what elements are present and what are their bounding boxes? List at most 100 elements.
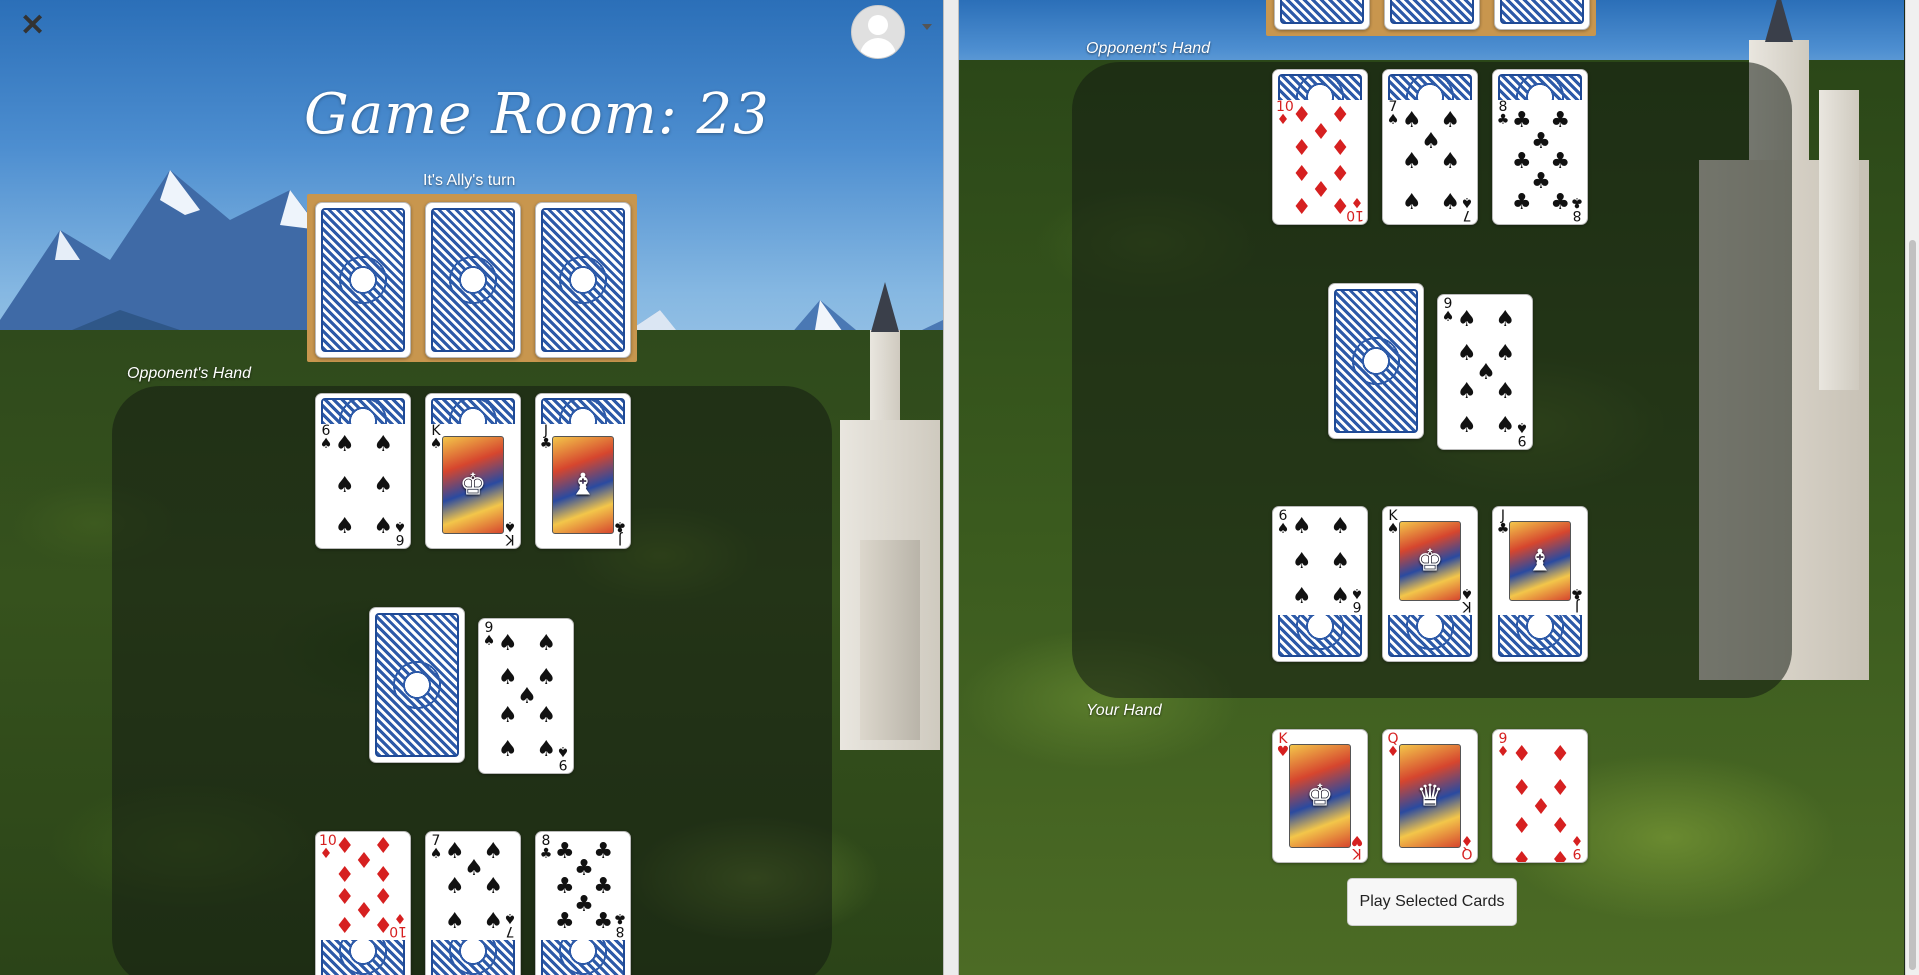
court-figure-icon: ♚ xyxy=(1399,521,1461,601)
suit-pip-icon: ♣ xyxy=(1550,149,1571,174)
card-8-♣[interactable]: 8 ♣ 8 ♣ ♣ ♣ ♣ ♣ ♣ ♣ ♣ ♣ xyxy=(535,831,631,975)
avatar-icon[interactable] xyxy=(851,5,905,59)
suit-pip-icon: ♠ xyxy=(1330,549,1351,574)
card-corner-rank: 9 ♠ xyxy=(1515,419,1529,448)
card-corner-rank: 9 ♦ xyxy=(1496,731,1510,760)
suit-pip-icon: ♠ xyxy=(1291,584,1312,610)
suit-pip-icon: ♠ xyxy=(334,473,355,498)
suit-pip-icon: ♦ xyxy=(1511,813,1532,839)
suit-pip-icon: ♠ xyxy=(1330,584,1351,610)
card-K-♠[interactable]: K ♠ K ♠ ♚ xyxy=(425,393,521,549)
suit-pip-icon: ♠ xyxy=(373,513,394,539)
court-figure-icon: ♝ xyxy=(1509,521,1571,601)
pile-card-facedown[interactable] xyxy=(1328,283,1424,439)
card-corner-rank: Q ♦ xyxy=(1386,731,1400,760)
suit-pip-icon: ♦ xyxy=(373,913,394,939)
suit-pip-icon: ♣ xyxy=(593,909,614,935)
card-6-♠[interactable]: 6 ♠ 6 ♠ ♠ ♠ ♠ ♠ ♠ ♠ xyxy=(1272,506,1368,662)
card-corner-rank: 7 ♠ xyxy=(429,833,443,862)
suit-pip-icon: ♣ xyxy=(1550,189,1571,215)
deck-card[interactable] xyxy=(1274,0,1370,30)
court-figure-icon: ♛ xyxy=(1399,744,1461,848)
card-corner-rank: 10 ♦ xyxy=(319,833,337,862)
deck-card[interactable] xyxy=(535,202,631,358)
card-10-♦[interactable]: 10 ♦ 10 ♦ ♦ ♦ ♦ ♦ ♦ ♦ ♦ ♦ ♦ ♦ xyxy=(1272,69,1368,225)
suit-pip-icon: ♦ xyxy=(373,834,394,860)
suit-pip-icon: ♠ xyxy=(1440,108,1461,134)
card-J-♣[interactable]: J ♣ J ♣ ♝ xyxy=(1492,506,1588,662)
close-icon[interactable]: ✕ xyxy=(20,8,45,43)
card-corner-rank: J ♣ xyxy=(1570,585,1584,614)
turn-indicator: It's Ally's turn xyxy=(423,172,516,189)
card-corner-rank: 8 ♣ xyxy=(1570,194,1584,223)
opponent-hand-label: Opponent's Hand xyxy=(127,365,252,382)
suit-pip-icon: ♠ xyxy=(1401,149,1422,174)
card-7-♠[interactable]: 7 ♠ 7 ♠ ♠ ♠ ♠ ♠ ♠ ♠ ♠ xyxy=(1382,69,1478,225)
suit-pip-icon: ♣ xyxy=(593,874,614,899)
card-K-♥[interactable]: K ♥ K ♥ ♚ xyxy=(1272,729,1368,863)
suit-pip-icon: ♣ xyxy=(1511,149,1532,174)
suit-pip-icon: ♣ xyxy=(1531,169,1551,195)
card-9-♠[interactable]: 9 ♠ 9 ♠ ♠ ♠ ♠ ♠ ♠ ♠ ♠ ♠ ♠ xyxy=(1437,294,1533,450)
suit-pip-icon: ♠ xyxy=(536,665,557,691)
card-corner-rank: 9 ♠ xyxy=(1441,296,1455,325)
card-corner-rank: 7 ♠ xyxy=(1460,194,1474,223)
card-corner-rank: 7 ♠ xyxy=(503,910,517,939)
suit-pip-icon: ♠ xyxy=(1421,128,1441,154)
suit-pip-icon: ♦ xyxy=(1291,136,1312,162)
card-9-♦[interactable]: 9 ♦ 9 ♦ ♦ ♦ ♦ ♦ ♦ ♦ ♦ ♦ ♦ xyxy=(1492,729,1588,863)
card-corner-rank: J ♣ xyxy=(1496,508,1510,537)
card-corner-rank: 6 ♠ xyxy=(319,423,333,452)
suit-pip-icon: ♣ xyxy=(1550,108,1571,134)
suit-pip-icon: ♦ xyxy=(1291,195,1312,221)
suit-pip-icon: ♦ xyxy=(1550,813,1571,839)
card-J-♣[interactable]: J ♣ J ♣ ♝ xyxy=(535,393,631,549)
deck-card[interactable] xyxy=(315,202,411,358)
card-corner-rank: K ♥ xyxy=(1276,731,1290,760)
suit-pip-icon: ♠ xyxy=(1495,413,1516,439)
your-hand-label: Your Hand xyxy=(1086,702,1162,719)
card-corner-rank: 6 ♠ xyxy=(393,518,407,547)
suit-pip-icon: ♠ xyxy=(1456,413,1477,439)
card-8-♣[interactable]: 8 ♣ 8 ♣ ♣ ♣ ♣ ♣ ♣ ♣ ♣ ♣ xyxy=(1492,69,1588,225)
card-Q-♦[interactable]: Q ♦ Q ♦ ♛ xyxy=(1382,729,1478,863)
suit-pip-icon: ♠ xyxy=(536,737,557,763)
suit-pip-icon: ♦ xyxy=(1330,136,1351,162)
suit-pip-icon: ♣ xyxy=(1531,128,1551,154)
suit-pip-icon: ♣ xyxy=(593,838,614,864)
card-6-♠[interactable]: 6 ♠ 6 ♠ ♠ ♠ ♠ ♠ ♠ ♠ xyxy=(315,393,411,549)
suit-pip-icon: ♠ xyxy=(1401,108,1422,134)
suit-pip-icon: ♠ xyxy=(497,702,518,728)
caret-down-icon[interactable] xyxy=(922,24,932,30)
suit-pip-icon: ♠ xyxy=(497,630,518,656)
suit-pip-icon: ♠ xyxy=(1291,513,1312,539)
suit-pip-icon: ♠ xyxy=(373,432,394,458)
card-7-♠[interactable]: 7 ♠ 7 ♠ ♠ ♠ ♠ ♠ ♠ ♠ ♠ xyxy=(425,831,521,975)
card-corner-rank: 10 ♦ xyxy=(389,910,407,939)
deck-card[interactable] xyxy=(425,202,521,358)
suit-pip-icon: ♠ xyxy=(1401,189,1422,215)
scrollbar-thumb[interactable] xyxy=(1909,240,1916,970)
suit-pip-icon: ♦ xyxy=(1511,741,1532,767)
suit-pip-icon: ♠ xyxy=(1291,549,1312,574)
deck-card[interactable] xyxy=(1494,0,1590,30)
suit-pip-icon: ♦ xyxy=(1330,102,1351,128)
card-corner-rank: 9 ♦ xyxy=(1570,832,1584,861)
card-corner-rank: K ♠ xyxy=(1460,585,1474,614)
suit-pip-icon: ♠ xyxy=(1330,513,1351,539)
card-9-♠[interactable]: 9 ♠ 9 ♠ ♠ ♠ ♠ ♠ ♠ ♠ ♠ ♠ ♠ xyxy=(478,618,574,774)
play-selected-cards-button[interactable]: Play Selected Cards xyxy=(1347,878,1517,926)
card-corner-rank: K ♥ xyxy=(1350,832,1364,861)
card-10-♦[interactable]: 10 ♦ 10 ♦ ♦ ♦ ♦ ♦ ♦ ♦ ♦ ♦ ♦ ♦ xyxy=(315,831,411,975)
card-K-♠[interactable]: K ♠ K ♠ ♚ xyxy=(1382,506,1478,662)
scrollbar[interactable] xyxy=(1905,0,1919,975)
suit-pip-icon: ♠ xyxy=(334,513,355,539)
window-divider[interactable] xyxy=(943,0,959,975)
deck-card[interactable] xyxy=(1384,0,1480,30)
card-corner-rank: 8 ♣ xyxy=(539,833,553,862)
pile-card-facedown[interactable] xyxy=(369,607,465,763)
suit-pip-icon: ♠ xyxy=(483,838,504,864)
card-corner-rank: 10 ♦ xyxy=(1276,99,1294,128)
card-corner-rank: 9 ♠ xyxy=(556,743,570,772)
suit-pip-icon: ♠ xyxy=(373,473,394,498)
